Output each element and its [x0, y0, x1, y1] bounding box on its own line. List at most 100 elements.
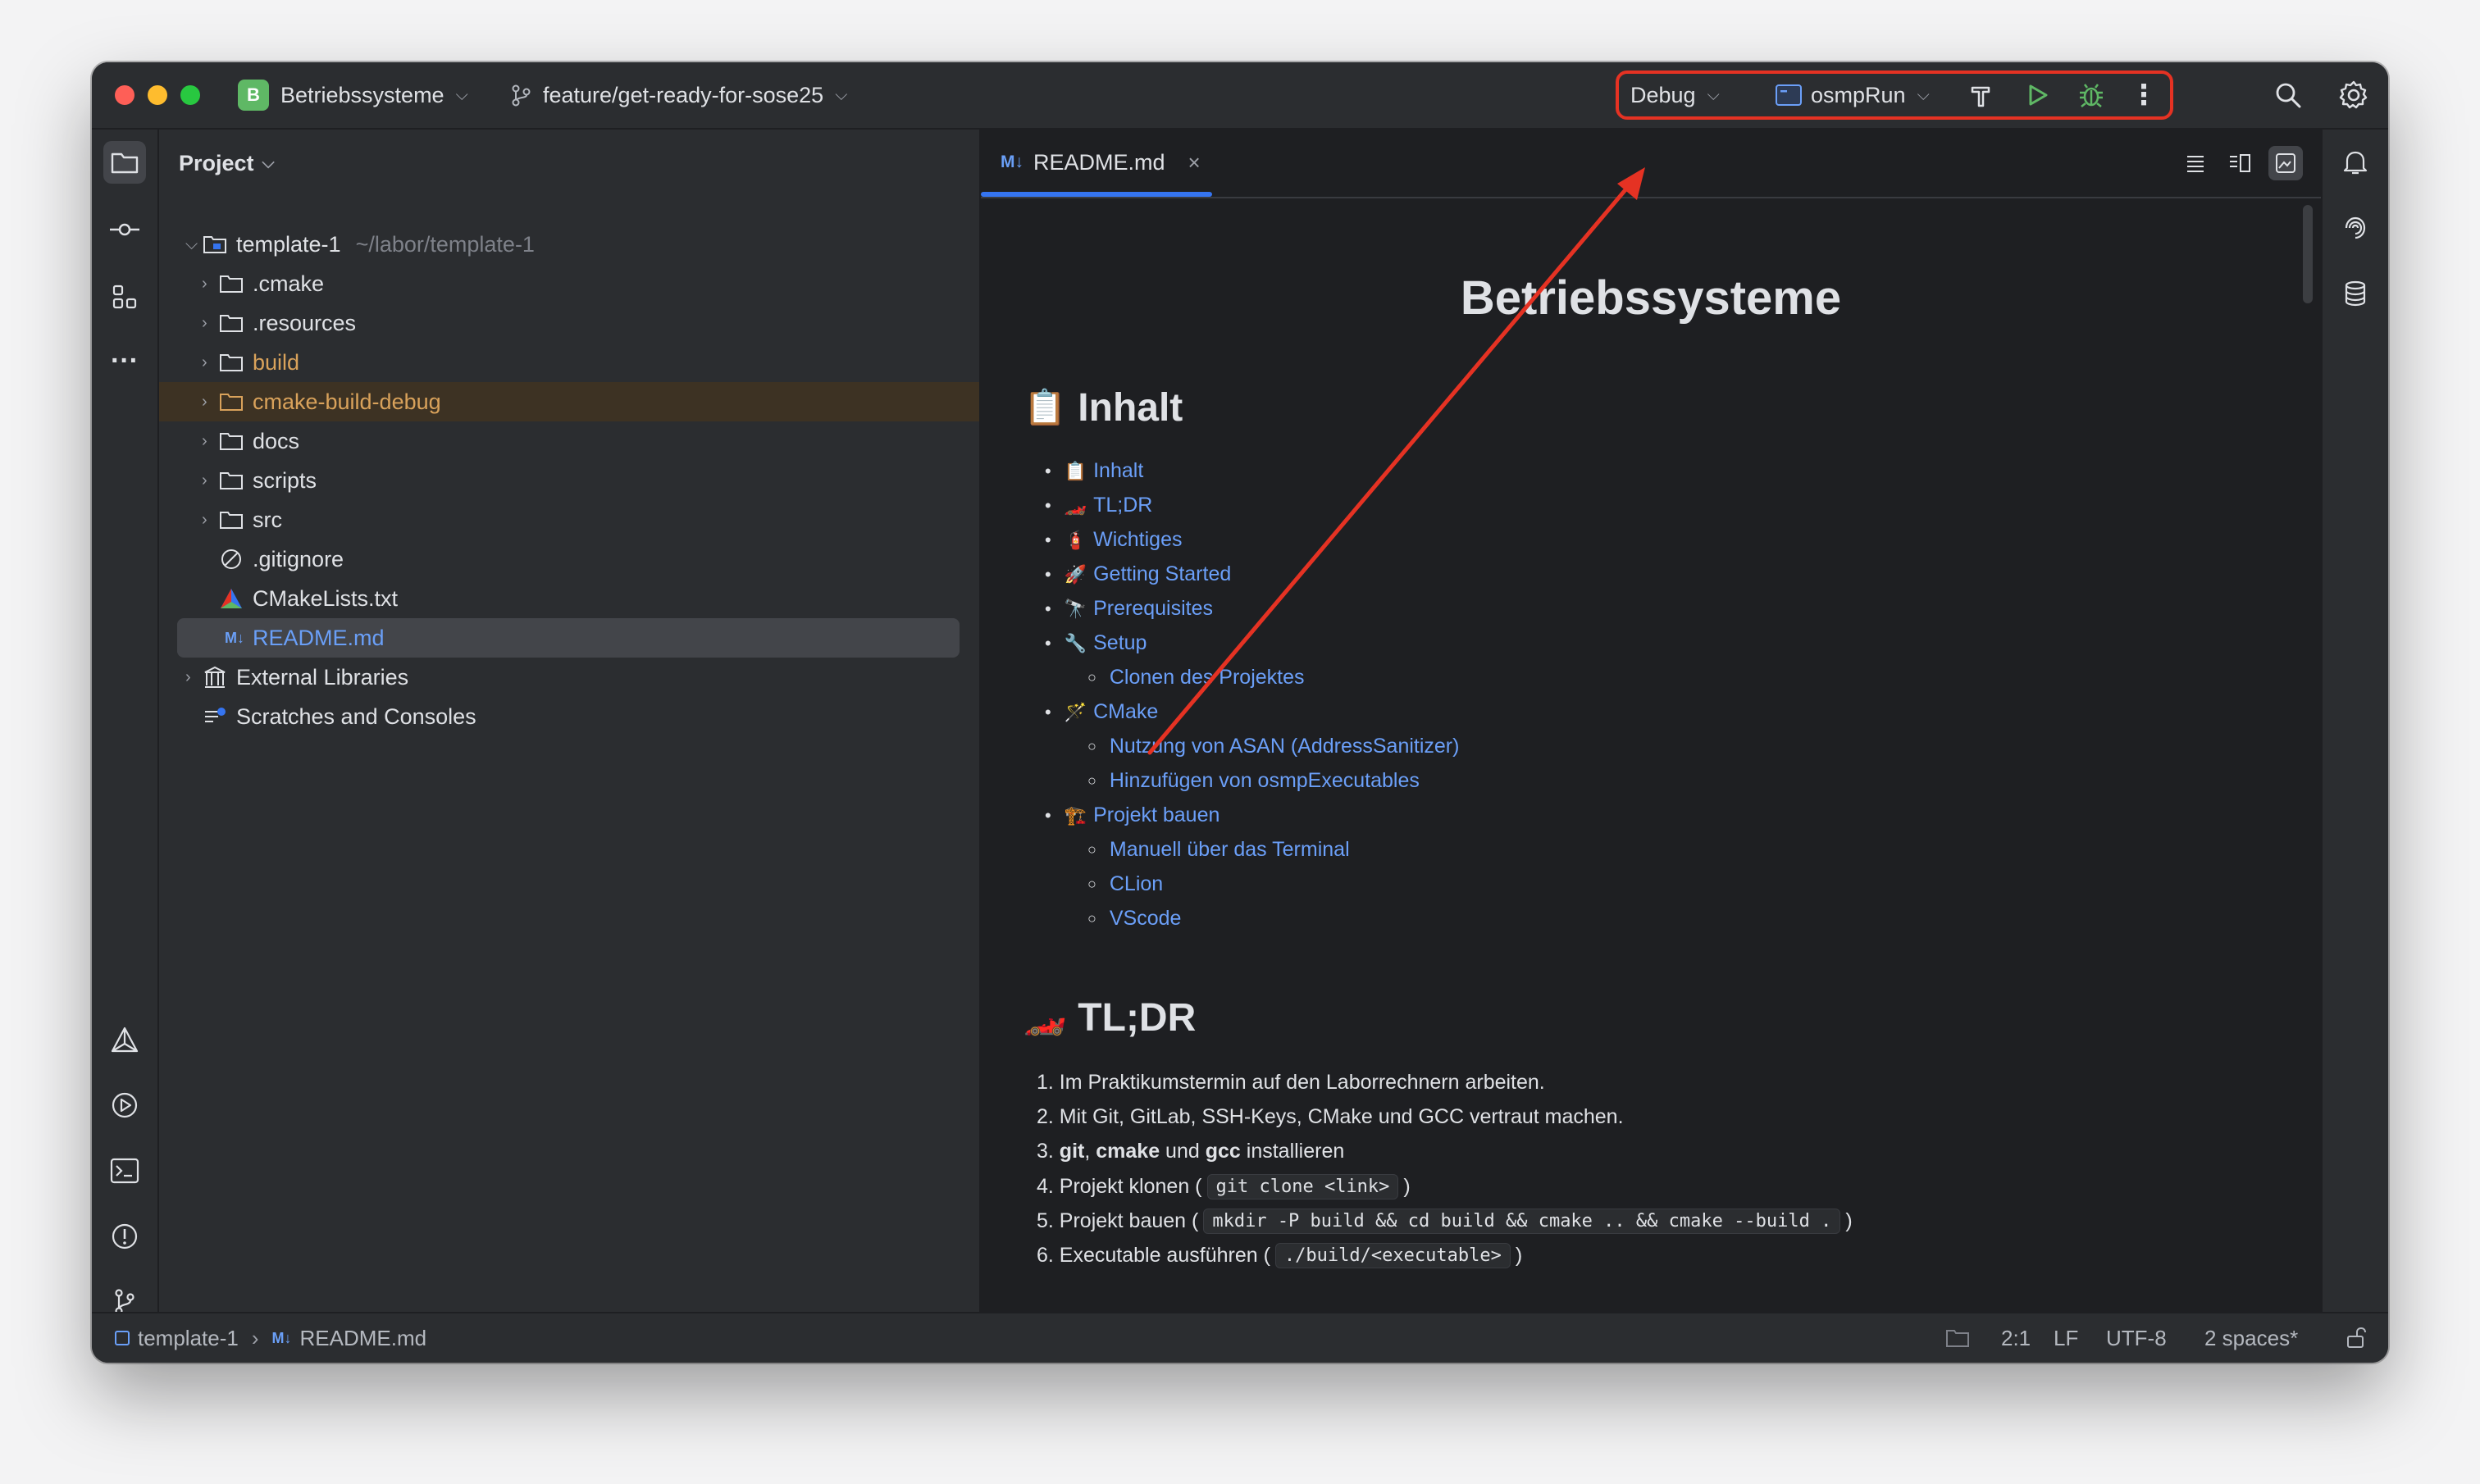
tree-item-cmakelists[interactable]: CMakeLists.txt	[159, 579, 979, 618]
toc-link[interactable]: Projekt bauen	[1093, 803, 1219, 827]
chevron-right-icon: ›	[202, 392, 207, 411]
toc-subitem[interactable]: ○ Hinzufügen von osmpExecutables	[1087, 769, 1420, 793]
toc-link[interactable]: CLion	[1110, 872, 1163, 896]
toc-item[interactable]: • 🪄 CMake	[1045, 700, 1158, 724]
toc-link[interactable]: Nutzung von ASAN (AddressSanitizer)	[1110, 735, 1460, 758]
ide-window: B Betriebssysteme ⌵ feature/get-ready-fo…	[92, 62, 2388, 1363]
more-tools-icon[interactable]: ···	[103, 339, 146, 382]
toc-link[interactable]: Hinzufügen von osmpExecutables	[1110, 769, 1420, 793]
toc-link[interactable]: Setup	[1093, 631, 1147, 655]
wrench-icon: 🔧	[1064, 632, 1087, 653]
toc-subitem[interactable]: ○ Nutzung von ASAN (AddressSanitizer)	[1087, 735, 1459, 758]
editor-tab-bar: M↓ README.md × ⋮	[981, 130, 2350, 198]
ai-assistant-button[interactable]	[2334, 207, 2377, 249]
toc-item[interactable]: • 🏗️ Projekt bauen	[1045, 803, 1219, 827]
toc-item[interactable]: • 📋 Inhalt	[1045, 459, 1143, 483]
database-button[interactable]	[2334, 272, 2377, 315]
tree-item-resources[interactable]: › .resources	[159, 303, 979, 343]
tree-item-docs[interactable]: › docs	[159, 421, 979, 461]
window-close-button[interactable]	[115, 85, 134, 105]
folder-icon	[218, 310, 244, 336]
tree-item-build[interactable]: › build	[159, 343, 979, 382]
inline-code: ./build/<executable>	[1274, 1243, 1511, 1268]
toc-subitem[interactable]: ○ Clonen des Projektes	[1087, 666, 1305, 690]
active-tab-indicator	[981, 192, 1212, 197]
window-zoom-button[interactable]	[180, 85, 200, 105]
run-target-select[interactable]: osmpRun ⌵	[1775, 62, 1930, 128]
bullet: •	[1045, 598, 1051, 619]
project-panel: Project ⌵ ⌵ template-1 ~/labor/template-1…	[159, 130, 979, 1313]
toc-link[interactable]: VScode	[1110, 907, 1182, 931]
close-icon[interactable]: ×	[1188, 150, 1201, 175]
structure-tool-button[interactable]	[103, 275, 146, 318]
toc-subitem[interactable]: ○ VScode	[1087, 907, 1181, 931]
editor-only-mode-button[interactable]	[2180, 148, 2211, 179]
tree-item-label: template-1 ~/labor/template-1	[236, 232, 535, 257]
breadcrumb-project[interactable]: template-1	[138, 1326, 239, 1351]
toc-link[interactable]: CMake	[1093, 700, 1158, 724]
split-mode-button[interactable]	[2224, 148, 2255, 179]
tree-item-readme[interactable]: M↓ README.md	[177, 618, 960, 658]
cmake-tool-button[interactable]	[103, 1018, 146, 1061]
toc-subitem[interactable]: ○ CLion	[1087, 872, 1163, 896]
tree-item-label: Scratches and Consoles	[236, 703, 476, 729]
gear-icon	[2339, 80, 2368, 109]
tree-item-external-libraries[interactable]: › External Libraries	[159, 658, 979, 697]
terminal-tool-button[interactable]	[103, 1149, 146, 1192]
tree-item-template-1[interactable]: ⌵ template-1 ~/labor/template-1	[159, 225, 979, 264]
preview-mode-button[interactable]	[2268, 146, 2303, 180]
toc-item[interactable]: • 🔧 Setup	[1045, 631, 1147, 655]
telescope-icon: 🔭	[1064, 598, 1087, 619]
project-switcher[interactable]: B Betriebssysteme ⌵	[238, 62, 468, 128]
run-target-label: osmpRun	[1811, 82, 1906, 107]
folder-status-icon[interactable]	[1945, 1313, 1970, 1363]
heading-text: Inhalt	[1078, 386, 1183, 430]
toc-link[interactable]: Clonen des Projektes	[1110, 666, 1305, 690]
settings-button[interactable]	[2336, 77, 2372, 113]
toc-item[interactable]: • 🏎️ TL;DR	[1045, 494, 1152, 517]
toc-item[interactable]: • 🧯 Wichtiges	[1045, 528, 1182, 552]
problems-tool-button[interactable]	[103, 1215, 146, 1258]
branch-switcher[interactable]: feature/get-ready-for-sose25 ⌵	[508, 62, 847, 128]
run-configuration-mode-select[interactable]: Debug ⌵	[1630, 62, 1720, 128]
project-panel-header[interactable]: Project ⌵	[179, 151, 275, 176]
search-button[interactable]	[2270, 77, 2306, 113]
toc-subitem[interactable]: ○ Manuell über das Terminal	[1087, 838, 1350, 862]
tree-item-scratches[interactable]: Scratches and Consoles	[159, 697, 979, 736]
toc-link[interactable]: Inhalt	[1093, 459, 1143, 483]
read-only-toggle[interactable]	[2346, 1313, 2367, 1363]
chevron-right-icon: ›	[202, 471, 207, 489]
toc-link[interactable]: Manuell über das Terminal	[1110, 838, 1350, 862]
window-minimize-button[interactable]	[148, 85, 167, 105]
tree-item-cmake-build-debug[interactable]: › cmake-build-debug	[159, 382, 979, 421]
services-tool-button[interactable]	[103, 1084, 146, 1127]
more-options-icon[interactable]: ⋮	[2130, 79, 2158, 112]
tree-item-label-text: template-1	[236, 231, 341, 257]
caret-position[interactable]: 2:1	[2001, 1313, 2031, 1363]
tree-item-scripts[interactable]: › scripts	[159, 461, 979, 500]
run-button[interactable]	[2021, 79, 2054, 112]
notifications-button[interactable]	[2334, 141, 2377, 184]
line-separator[interactable]: LF	[2054, 1313, 2078, 1363]
indent-setting[interactable]: 2 spaces*	[2204, 1313, 2298, 1363]
debug-button[interactable]	[2075, 79, 2108, 112]
tree-item-cmake[interactable]: › .cmake	[159, 264, 979, 303]
tree-item-gitignore[interactable]: .gitignore	[159, 539, 979, 579]
toc-item[interactable]: • 🚀 Getting Started	[1045, 562, 1231, 586]
toc-link[interactable]: Wichtiges	[1093, 528, 1182, 552]
cmake-file-icon	[218, 585, 244, 612]
breadcrumb-file[interactable]: README.md	[300, 1326, 427, 1351]
toc-link[interactable]: Getting Started	[1093, 562, 1231, 586]
file-encoding[interactable]: UTF-8	[2106, 1313, 2167, 1363]
build-hammer-button[interactable]	[1965, 79, 1998, 112]
tree-item-label: cmake-build-debug	[253, 389, 441, 414]
module-icon	[115, 1331, 130, 1345]
commit-tool-button[interactable]	[103, 208, 146, 251]
project-tool-button[interactable]	[103, 141, 146, 184]
tree-item-src[interactable]: › src	[159, 500, 979, 539]
tab-readme[interactable]: M↓ README.md ×	[981, 130, 1212, 197]
toc-link[interactable]: TL;DR	[1093, 494, 1152, 517]
toc-item[interactable]: • 🔭 Prerequisites	[1045, 597, 1213, 621]
run-services-icon	[112, 1092, 138, 1118]
toc-link[interactable]: Prerequisites	[1093, 597, 1213, 621]
